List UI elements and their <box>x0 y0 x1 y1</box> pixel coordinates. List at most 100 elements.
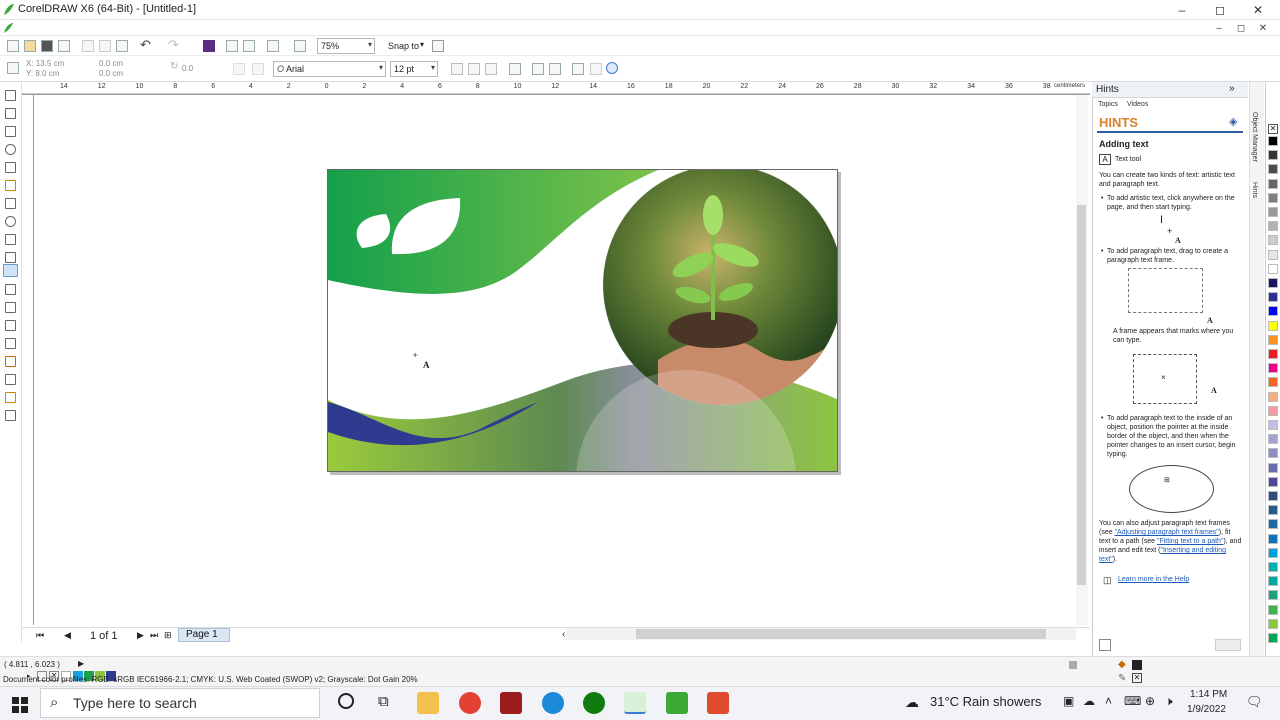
y-position-field[interactable]: Y: 8.0 cm <box>26 69 59 78</box>
palette-swatch[interactable] <box>1268 164 1278 175</box>
palette-swatch[interactable] <box>1268 533 1278 544</box>
network-icon[interactable]: ⊕ <box>1145 694 1155 708</box>
copy-icon[interactable] <box>99 40 111 52</box>
back-forward-icon[interactable] <box>1215 639 1241 651</box>
color-profiles-text[interactable]: Document color profiles: RGB: sRGB IEC61… <box>3 675 418 684</box>
blend-tool-icon[interactable] <box>5 338 16 349</box>
collapse-docker-icon[interactable]: » <box>1229 83 1235 94</box>
redo-icon[interactable]: ↷ <box>168 37 179 53</box>
coreldraw-taskbar-icon[interactable] <box>624 692 646 714</box>
palette-swatch[interactable] <box>1268 292 1278 303</box>
palette-swatch[interactable] <box>1268 363 1278 374</box>
crop-tool-icon[interactable] <box>5 126 16 137</box>
horizontal-scroll-thumb[interactable] <box>636 629 1046 639</box>
taskbar-search-box[interactable]: Type here to search <box>40 688 320 718</box>
palette-swatch[interactable] <box>1268 249 1278 260</box>
palette-swatch[interactable] <box>1268 377 1278 388</box>
rotation-field[interactable]: 0.0 <box>182 64 193 73</box>
palette-swatch[interactable] <box>1268 633 1278 643</box>
search-content-icon[interactable] <box>203 40 215 52</box>
palette-swatch[interactable] <box>1268 334 1278 345</box>
undo-icon[interactable]: ↶ <box>140 37 151 53</box>
snap-to-menu[interactable]: Snap to <box>388 41 419 51</box>
horizontal-ruler[interactable]: 14 12 10 8 6 4 2 0 2 4 6 8 10 12 14 16 18 20 22 24 26 28 30 32 3… <box>22 82 1090 95</box>
home-icon[interactable] <box>1099 639 1111 651</box>
fill-tool-icon[interactable] <box>5 392 16 403</box>
volume-icon[interactable]: 🕨 <box>1165 694 1173 709</box>
polygon-tool-icon[interactable] <box>5 234 16 245</box>
show-hidden-icon[interactable]: ˄ <box>1105 694 1112 708</box>
palette-swatch[interactable] <box>1268 405 1278 416</box>
palette-swatch[interactable] <box>1268 263 1278 274</box>
ellipse-tool-icon[interactable] <box>5 216 16 227</box>
export-icon[interactable] <box>243 40 255 52</box>
palette-swatch[interactable] <box>1268 562 1278 572</box>
palette-swatch[interactable] <box>1268 476 1278 487</box>
palette-swatch[interactable] <box>1268 235 1278 246</box>
freehand-tool-icon[interactable] <box>5 162 16 173</box>
chevron-down-icon[interactable]: ▾ <box>420 40 424 49</box>
text-properties-icon[interactable] <box>572 63 584 75</box>
corel-red-icon[interactable] <box>707 692 729 714</box>
maximize-button[interactable]: ◻ <box>1200 0 1240 20</box>
first-page-icon[interactable]: ⏮ <box>36 630 44 641</box>
tab-page-1[interactable]: Page 1 <box>178 628 230 642</box>
new-document-icon[interactable] <box>7 40 19 52</box>
opentype-features-icon[interactable] <box>606 62 618 74</box>
bullet-list-icon[interactable] <box>532 63 544 75</box>
palette-swatch[interactable] <box>1268 420 1278 430</box>
palette-swatch[interactable] <box>1268 136 1278 146</box>
clock-time[interactable]: 1:14 PM <box>1190 689 1227 700</box>
connector-tool-icon[interactable] <box>5 320 16 331</box>
link-adjusting-frames[interactable]: "Adjusting paragraph text frames" <box>1115 529 1219 536</box>
notifications-icon[interactable]: 🗨 <box>1246 694 1263 710</box>
mirror-vertical-icon[interactable] <box>252 63 264 75</box>
next-page-icon[interactable]: ▶ <box>137 630 144 641</box>
fill-indicator-icon[interactable]: ◆ <box>1118 659 1126 670</box>
vertical-ruler[interactable] <box>22 95 34 625</box>
outline-indicator-icon[interactable]: ✎ <box>1118 673 1126 684</box>
chrome-icon[interactable] <box>459 692 481 714</box>
cut-icon[interactable] <box>82 40 94 52</box>
import-icon[interactable] <box>226 40 238 52</box>
tray-app-icon[interactable]: ▣ <box>1063 694 1074 708</box>
app-red-icon[interactable] <box>500 692 522 714</box>
welcome-screen-icon[interactable] <box>294 40 306 52</box>
fill-color-swatch[interactable] <box>1132 660 1142 670</box>
mirror-horizontal-icon[interactable] <box>233 63 245 75</box>
text-tool-icon[interactable] <box>3 264 18 277</box>
vertical-scroll-thumb[interactable] <box>1077 205 1086 585</box>
palette-swatch[interactable] <box>1268 604 1278 615</box>
palette-swatch[interactable] <box>1268 306 1278 317</box>
tab-topics[interactable]: Topics <box>1098 101 1118 108</box>
outline-color-swatch[interactable]: ✕ <box>1132 673 1142 683</box>
underline-icon[interactable] <box>485 63 497 75</box>
font-list-select[interactable]: O Arial ▾ <box>273 61 386 77</box>
link-fitting-text[interactable]: "Fitting text to a path" <box>1157 538 1223 545</box>
application-launcher-icon[interactable] <box>267 40 279 52</box>
keyboard-icon[interactable]: ⌨ <box>1124 694 1141 708</box>
options-icon[interactable] <box>432 40 444 52</box>
paste-icon[interactable] <box>116 40 128 52</box>
palette-swatch[interactable] <box>1268 618 1278 629</box>
status-arrow-icon[interactable]: ▶ <box>78 659 84 668</box>
palette-swatch[interactable] <box>1268 547 1278 558</box>
scroll-left-icon[interactable]: ‹ <box>562 629 565 640</box>
rectangle-tool-icon[interactable] <box>5 198 16 209</box>
palette-swatch[interactable] <box>1268 320 1278 331</box>
minimize-button[interactable]: – <box>1162 0 1202 20</box>
pick-tool-icon[interactable] <box>5 90 16 101</box>
bold-icon[interactable] <box>451 63 463 75</box>
drop-cap-icon[interactable] <box>549 63 561 75</box>
weather-text[interactable]: 31°C Rain showers <box>930 694 1041 709</box>
palette-swatch[interactable] <box>1268 491 1278 501</box>
font-size-select[interactable]: 12 pt ▾ <box>390 61 438 77</box>
palette-swatch[interactable] <box>1268 448 1278 459</box>
width-field[interactable]: 0.0 cm <box>99 59 123 68</box>
tab-hints[interactable]: Hints <box>1251 182 1258 198</box>
add-page-icon[interactable]: ⊞ <box>164 630 172 641</box>
onedrive-icon[interactable]: ☁ <box>1083 694 1095 708</box>
file-explorer-icon[interactable] <box>417 692 439 714</box>
print-icon[interactable] <box>58 40 70 52</box>
previous-page-icon[interactable]: ◀ <box>64 630 71 641</box>
